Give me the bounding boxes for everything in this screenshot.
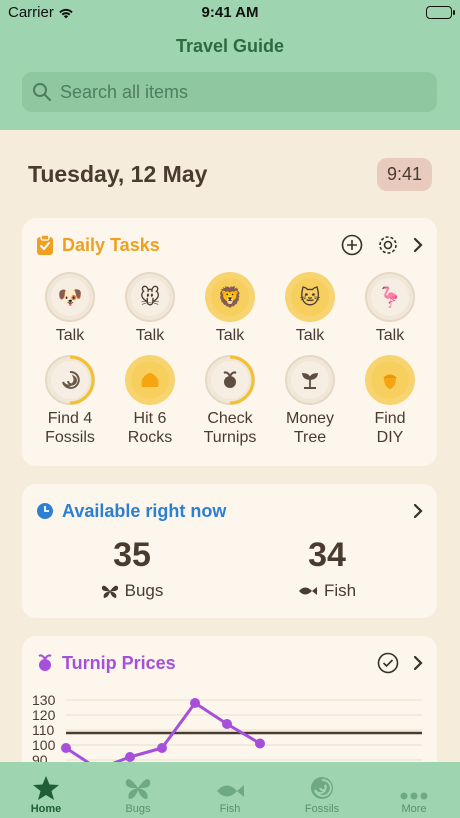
daily-tasks-title: Daily Tasks <box>62 234 160 255</box>
price-point <box>255 738 265 749</box>
butterfly-icon <box>101 585 118 598</box>
turnip-icon <box>38 654 52 671</box>
date-row: Tuesday, 12 May 9:41 <box>28 156 432 192</box>
task-item[interactable]: 🐶 Talk <box>30 272 110 345</box>
task-label: Talk <box>55 327 85 344</box>
task-label: Talk <box>215 327 245 344</box>
rock-icon <box>131 361 169 399</box>
fish-icon <box>217 785 244 797</box>
task-label: Find 4 Fossils <box>45 410 95 446</box>
task-item[interactable]: 🦁 Talk <box>190 272 270 345</box>
tab-label: Bugs <box>125 803 151 815</box>
dog-villager-icon: 🐶 <box>51 278 89 316</box>
turnip-prices-card[interactable]: Turnip Prices 130 120 110 100 90 <box>22 636 437 776</box>
sprout-icon <box>291 361 329 399</box>
search-input[interactable] <box>60 81 420 103</box>
daily-tasks-card: Daily Tasks 🐶 Talk 🐭 Talk 🦁 Talk 🐱 Talk … <box>22 218 437 466</box>
turnip-prices-title: Turnip Prices <box>62 652 176 673</box>
task-label: Talk <box>375 327 405 344</box>
task-progress-ring <box>45 355 95 405</box>
tab-fossils[interactable]: Fossils <box>276 762 368 818</box>
available-now-title: Available right now <box>62 500 227 521</box>
price-point <box>222 719 232 729</box>
task-label: Find DIY <box>374 410 406 446</box>
daily-tasks-header[interactable]: Daily Tasks <box>36 232 423 258</box>
price-point <box>190 698 200 708</box>
task-item[interactable]: 🦩 Talk <box>350 272 430 345</box>
fish-label: Fish <box>323 581 357 600</box>
tab-label: More <box>401 803 427 815</box>
price-point <box>157 743 167 753</box>
chevron-right-icon[interactable] <box>413 655 423 671</box>
task-label: Talk <box>295 327 325 344</box>
task-label: Talk <box>135 327 165 344</box>
task-item[interactable]: 🐱 Talk <box>270 272 350 345</box>
bugs-stat[interactable]: 35 Bugs <box>57 536 207 601</box>
bugs-label: Bugs <box>124 581 164 600</box>
task-label: Check Turnips <box>203 410 257 446</box>
battery-icon <box>426 6 455 19</box>
y-tick-label: 100 <box>32 737 56 753</box>
shell-icon <box>311 777 333 799</box>
tab-label: Fossils <box>304 803 340 815</box>
clock-icon <box>37 503 53 519</box>
status-time: 9:41 AM <box>201 4 259 21</box>
fish-stat[interactable]: 34 Fish <box>252 536 402 601</box>
tab-fish[interactable]: Fish <box>184 762 276 818</box>
status-bar: Carrier 9:41 AM <box>0 4 460 22</box>
y-tick-label: 110 <box>32 722 55 738</box>
y-tick-label: 120 <box>32 707 56 723</box>
tab-more[interactable]: More <box>368 762 460 818</box>
tab-label: Home <box>30 803 62 815</box>
butterfly-icon <box>125 779 151 799</box>
tasks-grid: 🐶 Talk 🐭 Talk 🦁 Talk 🐱 Talk 🦩 Talk Find … <box>30 272 430 447</box>
task-label: Hit 6 Rocks <box>127 410 173 446</box>
fish-count: 34 <box>308 536 346 574</box>
chevron-right-icon[interactable] <box>413 503 423 519</box>
date-label: Tuesday, 12 May <box>28 160 208 187</box>
task-item[interactable]: Check Turnips <box>190 355 270 447</box>
price-series-line <box>65 701 261 771</box>
task-progress-ring <box>205 355 255 405</box>
y-tick-label: 130 <box>32 692 56 708</box>
top-header: Carrier 9:41 AM Travel Guide <box>0 0 460 130</box>
page-title: Travel Guide <box>175 36 285 56</box>
task-item[interactable]: Hit 6 Rocks <box>110 355 190 447</box>
checkmark-circle-icon[interactable] <box>377 652 399 674</box>
search-icon <box>33 83 51 101</box>
mouse-villager-icon: 🐭 <box>131 278 169 316</box>
clipboard-icon <box>37 234 53 255</box>
price-point <box>125 752 135 762</box>
tab-home[interactable]: Home <box>0 762 92 818</box>
task-item[interactable]: Find DIY <box>350 355 430 447</box>
acorn-icon <box>371 361 409 399</box>
chevron-right-icon[interactable] <box>413 237 423 253</box>
turnip-prices-header[interactable]: Turnip Prices <box>36 650 423 676</box>
cat-villager-icon: 🐱 <box>291 278 329 316</box>
tab-label: Fish <box>219 803 241 815</box>
add-circle-icon[interactable] <box>341 234 363 256</box>
clock-badge: 9:41 <box>376 157 432 191</box>
flamingo-villager-icon: 🦩 <box>371 278 409 316</box>
more-icon <box>400 792 428 800</box>
bugs-count: 35 <box>113 536 151 574</box>
available-now-header[interactable]: Available right now <box>36 498 423 524</box>
search-bar[interactable] <box>22 72 437 112</box>
star-icon <box>33 776 59 800</box>
task-item[interactable]: Money Tree <box>270 355 350 447</box>
task-label: Money Tree <box>285 410 335 446</box>
tab-bar: Home Bugs Fish Fossils More <box>0 762 460 818</box>
lion-villager-icon: 🦁 <box>211 278 249 316</box>
settings-gear-icon[interactable] <box>377 234 399 256</box>
task-item[interactable]: 🐭 Talk <box>110 272 190 345</box>
price-point <box>61 743 71 753</box>
fish-icon <box>298 587 317 595</box>
available-now-card[interactable]: Available right now 35 Bugs 34 Fish <box>22 484 437 618</box>
tab-bugs[interactable]: Bugs <box>92 762 184 818</box>
task-item[interactable]: Find 4 Fossils <box>30 355 110 447</box>
